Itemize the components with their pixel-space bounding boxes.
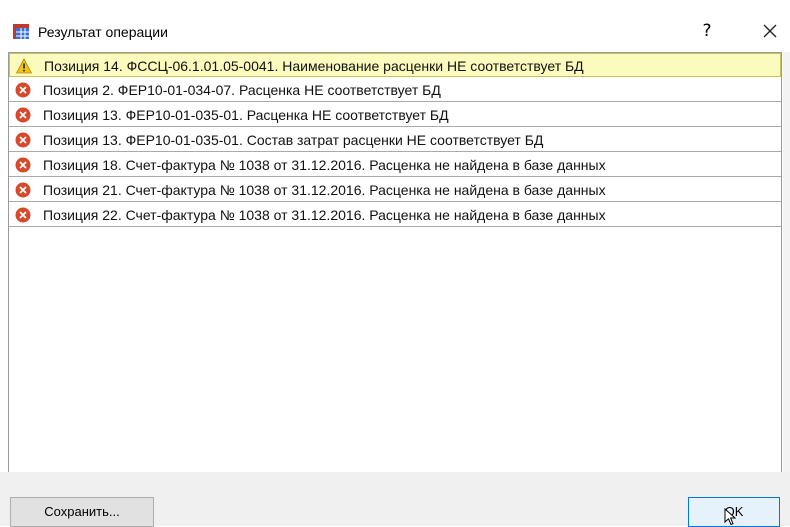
- save-button[interactable]: Сохранить...: [10, 497, 154, 527]
- dialog-footer: Сохранить... OK: [0, 472, 790, 527]
- table-grid-icon: [12, 23, 30, 40]
- error-icon: [15, 207, 31, 223]
- message-text: Позиция 22. Счет-фактура № 1038 от 31.12…: [43, 207, 606, 223]
- error-icon: [15, 107, 31, 123]
- error-icon: [15, 82, 31, 98]
- list-item-error[interactable]: Позиция 13. ФЕР10-01-035-01. Состав затр…: [9, 128, 781, 152]
- list-item-error[interactable]: Позиция 21. Счет-фактура № 1038 от 31.12…: [9, 178, 781, 202]
- title-bar: Результат операции ?: [0, 0, 790, 48]
- error-icon: [15, 132, 31, 148]
- help-button[interactable]: ?: [692, 16, 722, 46]
- message-text: Позиция 2. ФЕР10-01-034-07. Расценка НЕ …: [43, 82, 441, 98]
- close-button[interactable]: [752, 16, 788, 46]
- warning-icon: [16, 58, 32, 74]
- list-item-error[interactable]: Позиция 2. ФЕР10-01-034-07. Расценка НЕ …: [9, 78, 781, 102]
- message-list[interactable]: Позиция 14. ФССЦ-06.1.01.05-0041. Наимен…: [8, 52, 782, 472]
- error-icon: [15, 182, 31, 198]
- list-item-error[interactable]: Позиция 18. Счет-фактура № 1038 от 31.12…: [9, 153, 781, 177]
- vertical-scrollbar[interactable]: [783, 52, 790, 472]
- error-icon: [15, 157, 31, 173]
- close-icon: [763, 24, 777, 38]
- list-item-warning[interactable]: Позиция 14. ФССЦ-06.1.01.05-0041. Наимен…: [9, 53, 781, 77]
- mouse-cursor-icon: [724, 508, 736, 526]
- message-text: Позиция 18. Счет-фактура № 1038 от 31.12…: [43, 157, 606, 173]
- message-text: Позиция 13. ФЕР10-01-035-01. Расценка НЕ…: [43, 107, 449, 123]
- message-text: Позиция 21. Счет-фактура № 1038 от 31.12…: [43, 182, 606, 198]
- message-text: Позиция 14. ФССЦ-06.1.01.05-0041. Наимен…: [44, 58, 584, 74]
- list-item-error[interactable]: Позиция 13. ФЕР10-01-035-01. Расценка НЕ…: [9, 103, 781, 127]
- message-text: Позиция 13. ФЕР10-01-035-01. Состав затр…: [43, 132, 544, 148]
- dialog-title: Результат операции: [38, 24, 168, 40]
- result-dialog: Результат операции ? Позиция 14. ФССЦ-06…: [0, 0, 790, 527]
- list-item-error[interactable]: Позиция 22. Счет-фактура № 1038 от 31.12…: [9, 203, 781, 227]
